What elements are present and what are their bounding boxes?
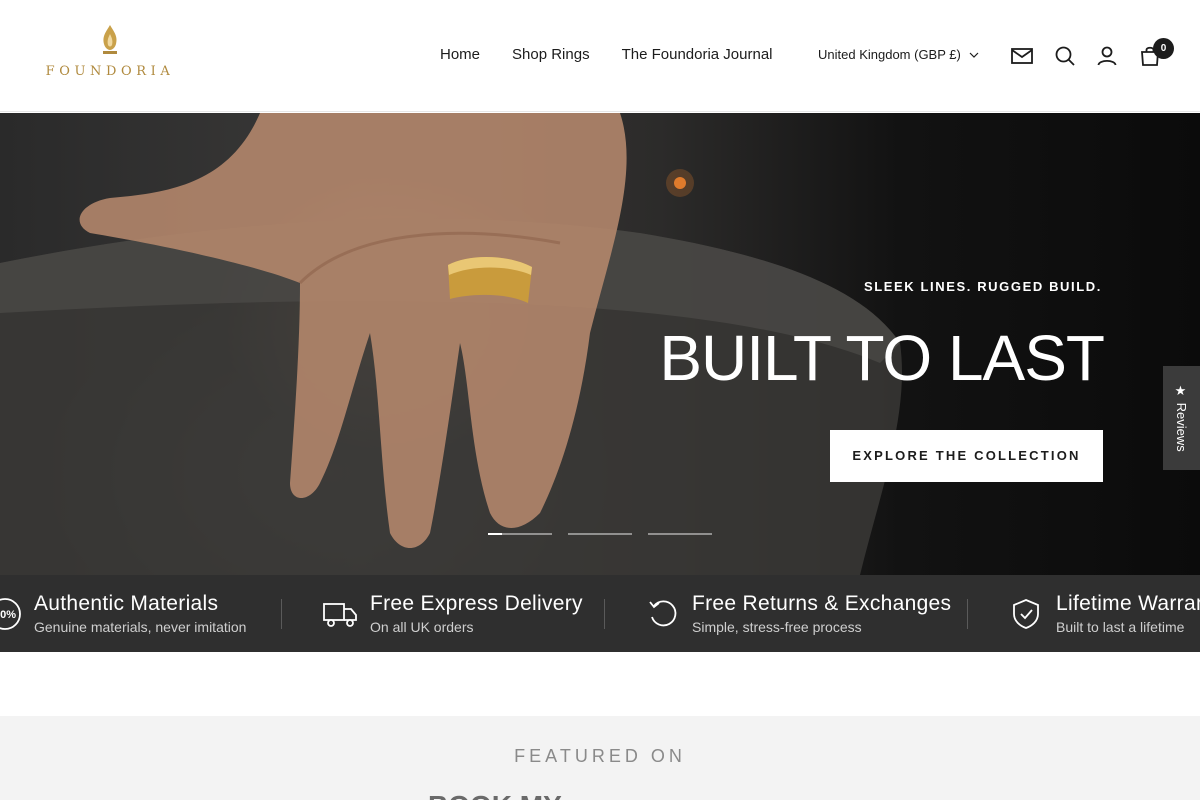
press-logo: BOOK MY — [428, 790, 562, 800]
feature-divider — [967, 599, 968, 629]
feature-desc: Built to last a lifetime — [1056, 618, 1185, 635]
feature-desc: Genuine materials, never imitation — [34, 618, 247, 635]
badge-text: 00% — [0, 609, 16, 621]
hero-title: BUILT TO LAST — [659, 322, 1105, 394]
mail-icon[interactable] — [1010, 44, 1034, 68]
return-arrow-icon — [649, 600, 677, 626]
account-icon[interactable] — [1095, 44, 1119, 68]
100-percent-badge-icon: 00% — [0, 597, 21, 630]
feature-title: Lifetime Warranty — [1056, 591, 1200, 615]
slide-dot-1[interactable] — [488, 533, 552, 535]
nav-home[interactable]: Home — [440, 46, 480, 63]
cart-count-badge: 0 — [1153, 38, 1174, 59]
site-header: FOUNDORIA Home Shop Rings The Foundoria … — [0, 0, 1200, 112]
featured-on-section: FEATURED ON BOOK MY — [0, 716, 1200, 800]
feature-title: Authentic Materials — [34, 591, 219, 615]
featured-on-title: FEATURED ON — [514, 746, 686, 766]
flame-logo-icon — [103, 25, 117, 54]
reviews-tab[interactable]: ★ Reviews — [1163, 366, 1200, 470]
feature-lifetime-warranty: Lifetime Warranty Built to last a lifeti… — [1010, 575, 1200, 652]
brand-logo[interactable]: FOUNDORIA — [42, 24, 178, 88]
country-selector[interactable]: United Kingdom (GBP £) — [818, 47, 979, 62]
feature-free-delivery: Free Express Delivery On all UK orders — [322, 575, 583, 652]
slideshow-pagination — [488, 533, 712, 535]
chevron-down-icon — [969, 52, 979, 58]
feature-free-returns: Free Returns & Exchanges Simple, stress-… — [646, 575, 951, 652]
slide-dot-3[interactable] — [648, 533, 712, 535]
features-bar: 00% Authentic Materials Genuine material… — [0, 575, 1200, 652]
delivery-truck-icon — [323, 602, 357, 627]
explore-collection-button[interactable]: EXPLORE THE COLLECTION — [830, 430, 1103, 482]
feature-divider — [281, 599, 282, 629]
brand-name: FOUNDORIA — [45, 64, 175, 79]
slide-dot-2[interactable] — [568, 533, 632, 535]
hero-subtitle: SLEEK LINES. RUGGED BUILD. — [863, 279, 1102, 294]
hero-banner: SLEEK LINES. RUGGED BUILD. BUILT TO LAST… — [0, 113, 1200, 575]
feature-title: Free Returns & Exchanges — [692, 591, 952, 615]
feature-desc: On all UK orders — [370, 618, 474, 635]
feature-desc: Simple, stress-free process — [692, 618, 862, 635]
shield-check-icon — [1013, 598, 1039, 629]
feature-title: Free Express Delivery — [370, 591, 583, 615]
feature-authentic-materials: 00% Authentic Materials Genuine material… — [0, 575, 246, 652]
nav-journal[interactable]: The Foundoria Journal — [622, 46, 773, 63]
feature-divider — [604, 599, 605, 629]
nav-shop-rings[interactable]: Shop Rings — [512, 46, 590, 63]
search-icon[interactable] — [1053, 44, 1077, 68]
country-label: United Kingdom (GBP £) — [818, 47, 961, 62]
main-nav: Home Shop Rings The Foundoria Journal — [440, 46, 773, 63]
